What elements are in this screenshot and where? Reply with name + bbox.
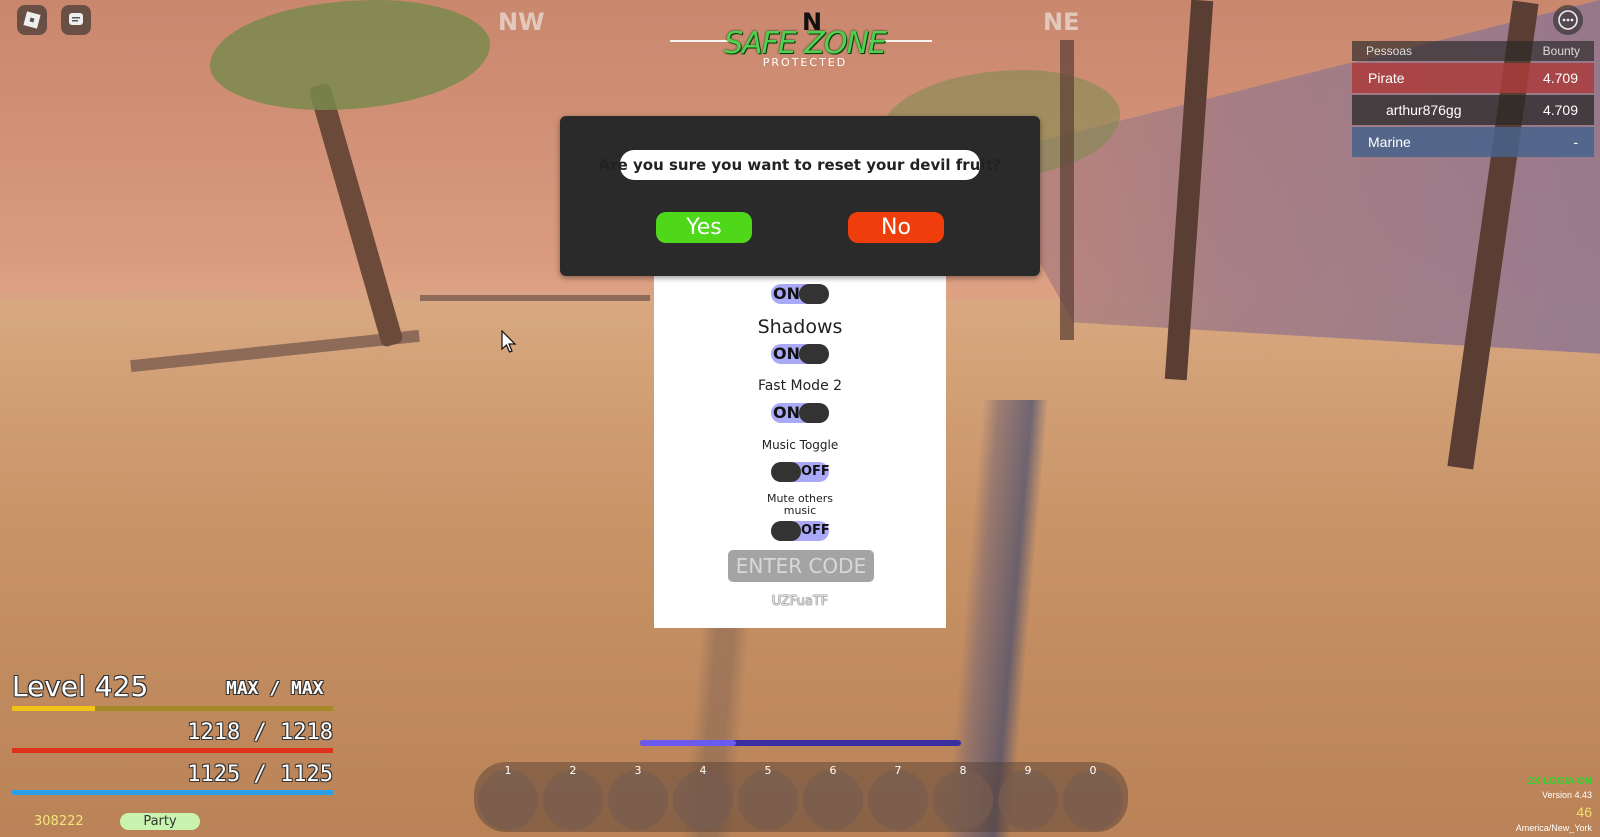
hotbar-slot[interactable]: 4 — [673, 764, 733, 830]
fps-counter: 46 — [1576, 804, 1592, 820]
hotbar: 1 2 3 4 5 6 7 8 9 0 — [474, 762, 1128, 832]
slot-number: 4 — [699, 764, 707, 777]
toggle-state: OFF — [801, 464, 830, 479]
graphics-toggle[interactable]: ON — [771, 284, 829, 304]
player-row[interactable]: arthur876gg 4.709 — [1352, 95, 1594, 125]
party-button[interactable]: Party — [120, 813, 200, 830]
ability-cooldown-bar — [640, 740, 961, 746]
slot-number: 8 — [959, 764, 967, 777]
slot-number: 5 — [764, 764, 772, 777]
menu-icon — [1558, 10, 1578, 30]
shadows-toggle[interactable]: ON — [771, 344, 829, 364]
hotbar-slot[interactable]: 8 — [933, 764, 993, 830]
slot-number: 0 — [1089, 764, 1097, 777]
team-row-pirate[interactable]: Pirate 4.709 — [1352, 63, 1594, 93]
version-label: Version 4.43 — [1541, 790, 1592, 800]
toggle-knob — [771, 521, 801, 541]
level-label: Level 425 — [12, 670, 149, 703]
xp-bar-fill — [12, 706, 96, 711]
health-bar — [12, 748, 333, 753]
reset-fruit-dialog: Are you sure you want to reset your devi… — [560, 116, 1040, 276]
mute-others-label: Mute others music — [766, 492, 834, 517]
player-code-id: UZFuaTF — [771, 594, 829, 609]
ability-bar-fill — [640, 740, 737, 746]
safe-zone-subtitle: PROTECTED — [762, 56, 848, 69]
hotbar-slot[interactable]: 1 — [478, 764, 538, 830]
hotbar-slot[interactable]: 7 — [868, 764, 928, 830]
leaderboard-header: Pessoas Bounty — [1352, 41, 1594, 61]
toggle-state: ON — [773, 284, 800, 303]
team-name: Marine — [1368, 134, 1411, 150]
mute-others-toggle[interactable]: OFF — [771, 521, 830, 541]
code-input[interactable]: ENTER CODE — [728, 550, 874, 582]
fast-mode-toggle[interactable]: ON — [771, 403, 829, 423]
toggle-knob — [799, 284, 829, 304]
hotbar-slot[interactable]: 0 — [1063, 764, 1123, 830]
toggle-knob — [799, 344, 829, 364]
team-bounty: - — [1573, 134, 1578, 150]
hotbar-slot[interactable]: 5 — [738, 764, 798, 830]
chat-button[interactable] — [61, 5, 91, 35]
leaderboard-col-people: Pessoas — [1366, 44, 1413, 58]
hotbar-slot[interactable]: 6 — [803, 764, 863, 830]
team-name: Pirate — [1368, 70, 1405, 86]
leaderboard: Pessoas Bounty Pirate 4.709 arthur876gg … — [1352, 41, 1594, 157]
cursor-icon — [501, 330, 517, 353]
toggle-knob — [771, 462, 801, 482]
pier-rail — [420, 295, 650, 301]
yes-button[interactable]: Yes — [656, 212, 752, 243]
timezone-label: America/New_York — [1515, 823, 1592, 833]
energy-text: 1125 / 1125 — [187, 762, 333, 787]
player-bounty: 4.709 — [1542, 102, 1578, 118]
fast-mode-label: Fast Mode 2 — [757, 378, 843, 394]
compass-ne: NE — [1043, 8, 1080, 36]
xp-bar — [12, 706, 333, 711]
money-counter: 308222 — [34, 814, 84, 829]
palm-leaves — [210, 0, 490, 110]
slot-number: 6 — [829, 764, 837, 777]
hotbar-slot[interactable]: 3 — [608, 764, 668, 830]
toggle-knob — [799, 403, 829, 423]
toggle-state: OFF — [801, 523, 830, 538]
team-bounty: 4.709 — [1542, 70, 1578, 86]
slot-number: 1 — [504, 764, 512, 777]
slot-number: 7 — [894, 764, 902, 777]
slot-number: 2 — [569, 764, 577, 777]
roblox-menu-button[interactable] — [17, 5, 47, 35]
hotbar-slot[interactable]: 2 — [543, 764, 603, 830]
health-text: 1218 / 1218 — [187, 720, 333, 745]
energy-bar — [12, 790, 333, 795]
slot-number: 9 — [1024, 764, 1032, 777]
xp-text: MAX / MAX — [226, 678, 324, 699]
no-button[interactable]: No — [848, 212, 944, 243]
toggle-state: ON — [773, 344, 800, 363]
slot-number: 3 — [634, 764, 642, 777]
settings-panel: ON Shadows ON Fast Mode 2 ON Music Toggl… — [654, 276, 946, 628]
roblox-icon — [23, 11, 41, 29]
hotbar-slot[interactable]: 9 — [998, 764, 1058, 830]
shadows-label: Shadows — [757, 316, 843, 338]
team-row-marine[interactable]: Marine - — [1352, 127, 1594, 157]
music-toggle[interactable]: OFF — [771, 462, 830, 482]
dialog-question: Are you sure you want to reset your devi… — [599, 150, 1001, 180]
compass-nw: NW — [498, 8, 545, 36]
player-name: arthur876gg — [1386, 102, 1462, 118]
wooden-post — [1060, 40, 1074, 340]
music-toggle-label: Music Toggle — [761, 438, 839, 452]
event-status: 2X LOGIA ON — [1527, 776, 1592, 787]
chat-icon — [69, 13, 83, 25]
leaderboard-col-bounty: Bounty — [1542, 44, 1580, 58]
toggle-state: ON — [773, 403, 800, 422]
more-options-button[interactable] — [1553, 5, 1583, 35]
